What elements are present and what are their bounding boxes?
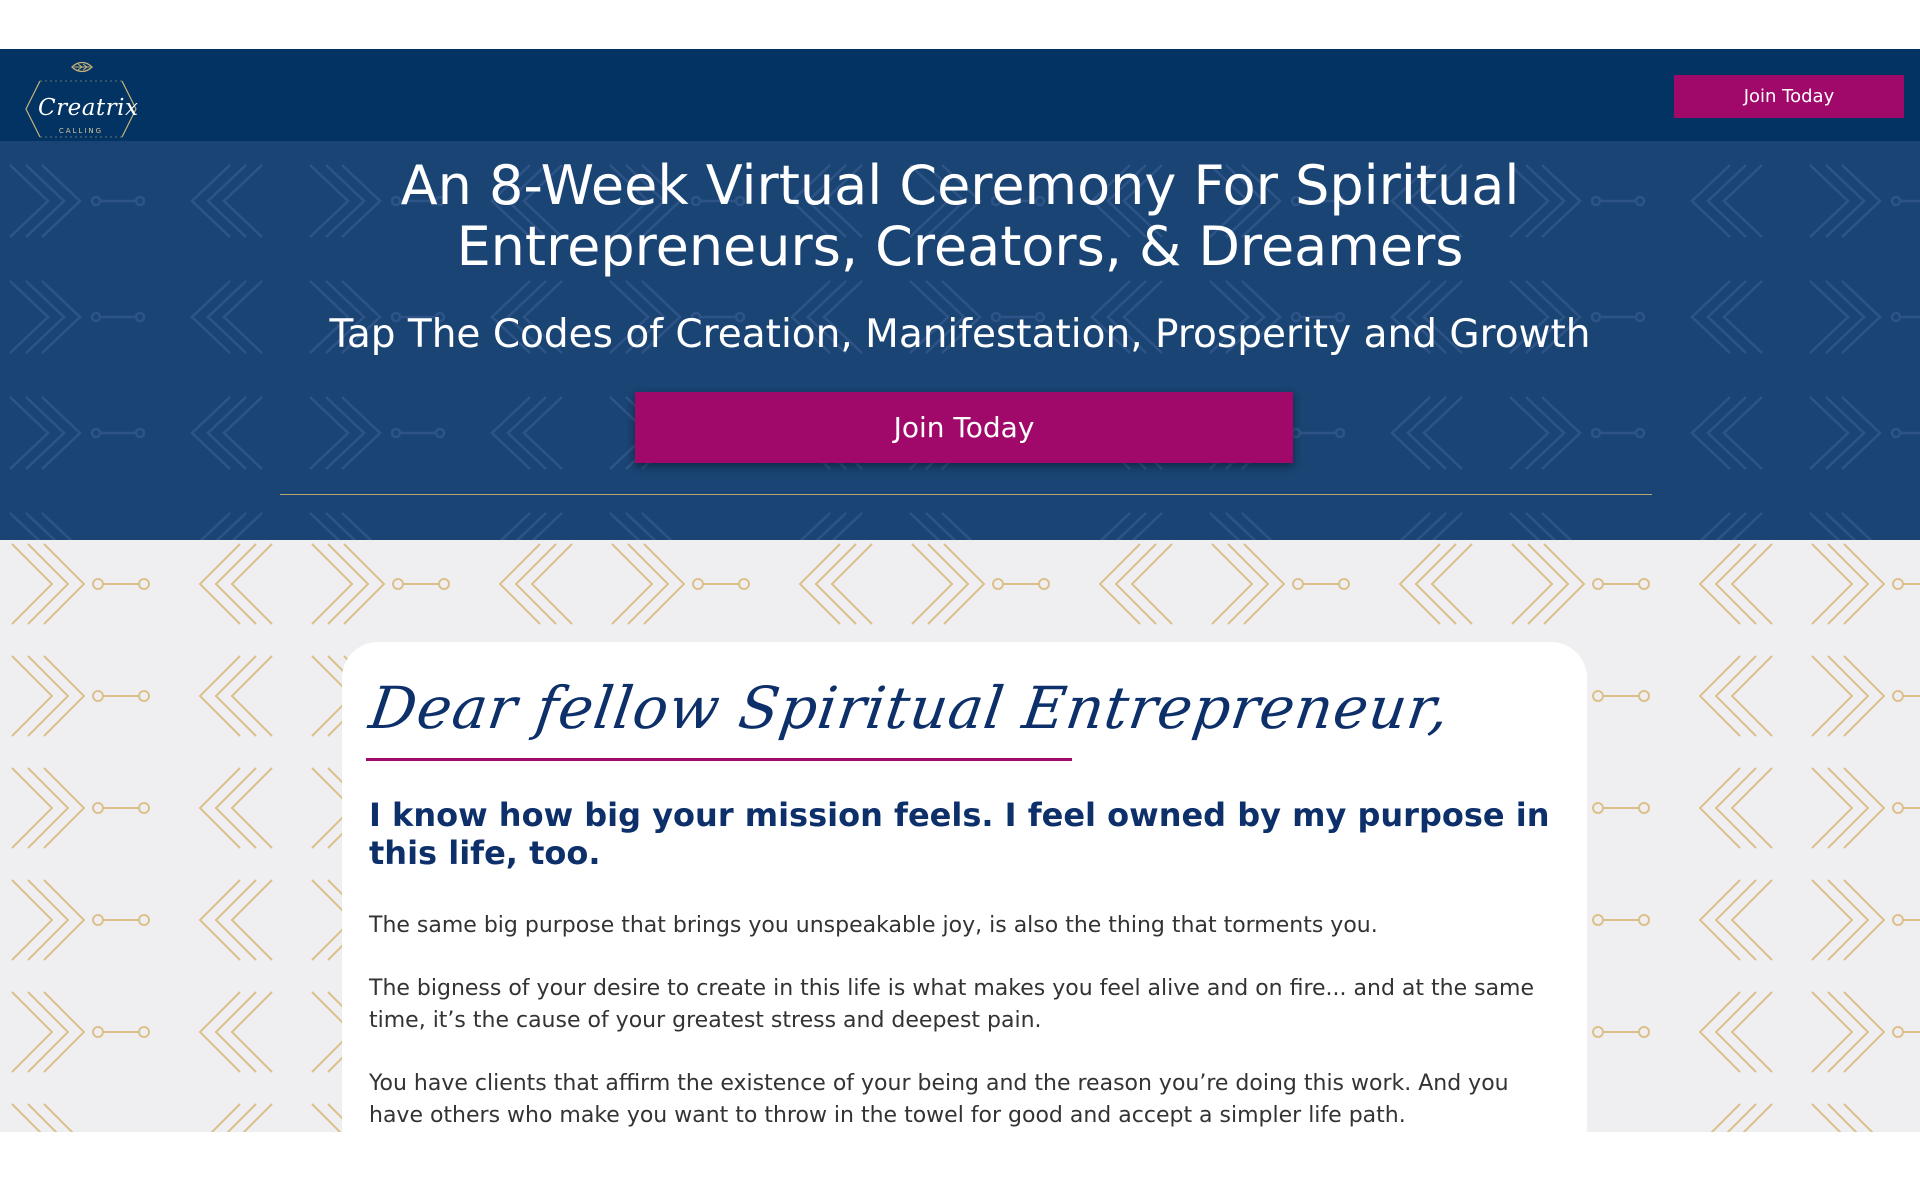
page: Creatrix CALLING Join Today An 8-Week Vi… [0, 0, 1920, 1200]
join-today-nav-button[interactable]: Join Today [1674, 75, 1904, 118]
letter-paragraph: The same big purpose that brings you uns… [369, 913, 1378, 938]
top-bar: Creatrix CALLING Join Today [0, 49, 1920, 141]
hero-section: An 8-Week Virtual Ceremony For Spiritual… [0, 141, 1920, 540]
salutation: Dear fellow Spiritual Entrepreneur, [364, 666, 1454, 761]
logo-subtext: CALLING [58, 127, 104, 135]
hero-title: An 8-Week Virtual Ceremony For Spiritual… [400, 154, 1520, 278]
logo-wordmark: Creatrix [38, 95, 139, 121]
letter-card: Dear fellow Spiritual Entrepreneur, I kn… [342, 642, 1587, 1132]
letter-section: Dear fellow Spiritual Entrepreneur, I kn… [0, 540, 1920, 1132]
join-today-hero-button[interactable]: Join Today [635, 392, 1293, 463]
letter-paragraph: The bigness of your desire to create in … [369, 976, 1535, 1033]
letter-paragraph: You have clients that affirm the existen… [369, 1071, 1509, 1128]
letter-heading: I know how big your mission feels. I fee… [369, 796, 1550, 872]
salutation-underline [366, 758, 1072, 761]
hero-divider [280, 494, 1652, 495]
salutation-text: Dear fellow Spiritual Entrepreneur, [365, 674, 1455, 742]
site-logo[interactable]: Creatrix CALLING [24, 57, 138, 141]
feather-icon [71, 61, 93, 73]
hero-subtitle: Tap The Codes of Creation, Manifestation… [329, 312, 1591, 357]
